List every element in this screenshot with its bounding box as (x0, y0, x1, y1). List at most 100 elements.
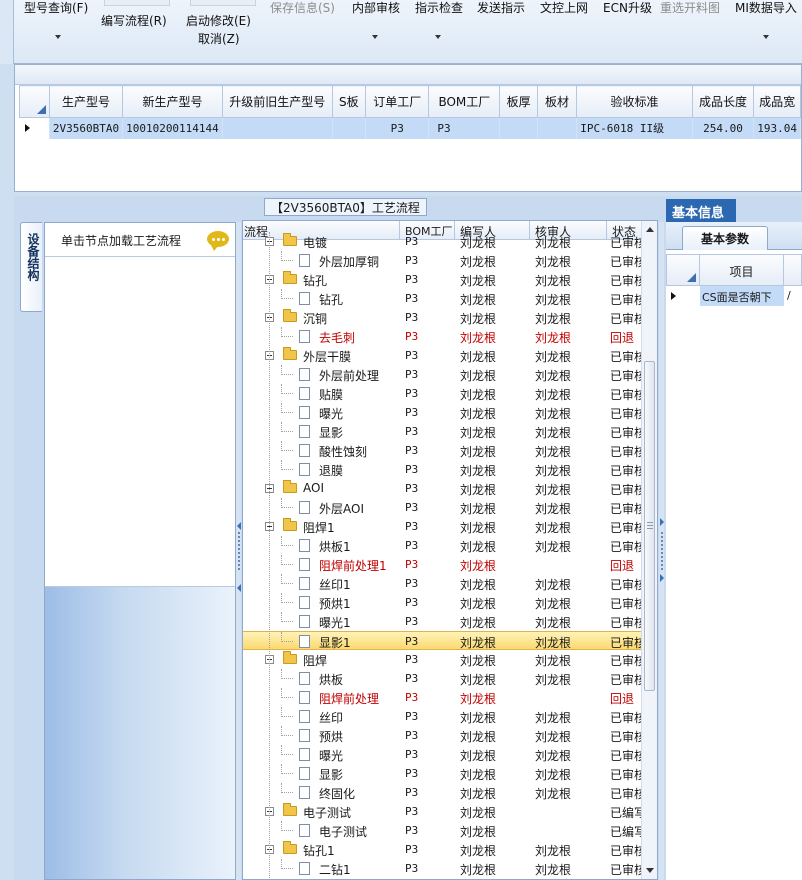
tree-group-row[interactable]: 电镀 P3 刘龙根 刘龙根 已审核 (243, 232, 641, 251)
cell-length[interactable]: 254.00 (692, 117, 755, 139)
tree-item-row[interactable]: 预烘 P3 刘龙根 刘龙根 已审核 (243, 726, 641, 745)
scroll-thumb[interactable] (644, 361, 655, 691)
tab-basic-params[interactable]: 基本参数 (682, 226, 768, 250)
tab-device-structure[interactable]: 设备结构 (20, 222, 42, 312)
tree-item-row[interactable]: 退膜 P3 刘龙根 刘龙根 已审核 (243, 460, 641, 479)
scroll-down-icon[interactable] (646, 868, 654, 873)
tree-item-row[interactable]: 显影 P3 刘龙根 刘龙根 已审核 (243, 422, 641, 441)
tree-cell-bom: P3 (405, 653, 419, 666)
tree-item-row[interactable]: 阻焊前处理 P3 刘龙根 回退 (243, 688, 641, 707)
edit-flow-button[interactable]: 编写流程(R) (101, 12, 167, 29)
tree-item-row[interactable]: 预烘1 P3 刘龙根 刘龙根 已审核 (243, 593, 641, 612)
params-col-item[interactable]: 项目 (700, 254, 784, 286)
params-cell-item[interactable]: CS面是否朝下 (700, 286, 784, 306)
tree-item-row[interactable]: 显影 P3 刘龙根 刘龙根 已审核 (243, 764, 641, 783)
start-modify-button[interactable]: 启动修改(E) (186, 12, 251, 29)
left-splitter[interactable] (236, 222, 241, 880)
tab-basic-info[interactable]: 基本信息 (666, 199, 736, 222)
cell-material[interactable] (537, 117, 578, 139)
tree-cell-bom: P3 (405, 786, 419, 799)
tree-item-row[interactable]: 二钻1 P3 刘龙根 刘龙根 已审核 (243, 859, 641, 878)
tree-group-row[interactable]: 外层干膜 P3 刘龙根 刘龙根 已审核 (243, 346, 641, 365)
doc-control-online-button[interactable]: 文控上网 (540, 0, 588, 16)
tree-item-row[interactable]: 去毛刺 P3 刘龙根 刘龙根 回退 (243, 327, 641, 346)
collapse-right-icon[interactable] (660, 518, 664, 526)
cell-width[interactable]: 193.04 (753, 117, 801, 139)
internal-review-button[interactable]: 内部审核 (352, 0, 400, 16)
instruction-check-button[interactable]: 指示检查 (415, 0, 463, 16)
cancel-button[interactable]: 取消(Z) (198, 30, 240, 47)
save-info-button[interactable]: 保存信息(S) (270, 0, 335, 16)
tree-item-row[interactable]: 电子测试 P3 刘龙根 已编写 (243, 821, 641, 840)
tree-group-row[interactable]: 钻孔1 P3 刘龙根 刘龙根 已审核 (243, 840, 641, 859)
cell-bom-factory[interactable]: P3 (428, 117, 501, 139)
row-indicator[interactable] (19, 117, 50, 139)
tree-cell-name: 酸性蚀刻 (319, 445, 368, 459)
col-header[interactable]: 生产型号 (48, 85, 124, 118)
cell-model[interactable]: 2V3560BTA0 (49, 117, 124, 139)
mi-data-import-button[interactable]: MI数据导入 (735, 0, 797, 16)
params-grid-corner[interactable] (666, 254, 700, 286)
tree-group-row[interactable]: 阻焊 P3 刘龙根 刘龙根 已审核 (243, 650, 641, 669)
tree-group-row[interactable]: 电子测试 P3 刘龙根 已编写 (243, 802, 641, 821)
tree-group-row[interactable]: 钻孔 P3 刘龙根 刘龙根 已审核 (243, 270, 641, 289)
col-header[interactable]: 新生产型号 (122, 85, 224, 118)
grid-corner[interactable] (19, 85, 50, 118)
ecn-upgrade-button[interactable]: ECN升级 (603, 0, 652, 16)
cell-s-board[interactable] (332, 117, 367, 139)
tree-item-row[interactable]: 终固化 P3 刘龙根 刘龙根 已审核 (243, 783, 641, 802)
col-header[interactable]: 板厚 (499, 85, 538, 118)
col-header[interactable]: 升级前旧生产型号 (222, 85, 333, 118)
tree-item-row[interactable]: 烘板 P3 刘龙根 刘龙根 已审核 (243, 669, 641, 688)
cell-thickness[interactable] (499, 117, 538, 139)
send-instruction-button[interactable]: 发送指示 (477, 0, 525, 16)
tree-cell-reviewer: 刘龙根 (535, 255, 572, 269)
table-row[interactable]: 2V3560BTA0 10010200114144 P3 P3 IPC-6018… (19, 117, 801, 139)
instruction-check-dropdown-icon[interactable] (435, 35, 441, 39)
cell-old-model[interactable] (222, 117, 333, 139)
tree-group-row[interactable]: 阻焊1 P3 刘龙根 刘龙根 已审核 (243, 517, 641, 536)
cell-order-factory[interactable]: P3 (365, 117, 430, 139)
col-header[interactable]: 验收标准 (576, 85, 693, 118)
collapse-left-icon[interactable] (237, 522, 241, 530)
model-query-dropdown-icon[interactable] (55, 35, 61, 39)
col-header[interactable]: 成品长度 (691, 85, 755, 118)
collapse-right-icon[interactable] (660, 574, 664, 582)
tree-cell-status: 回退 (610, 331, 635, 345)
tree-group-row[interactable]: 沉铜 P3 刘龙根 刘龙根 已审核 (243, 308, 641, 327)
scroll-up-icon[interactable] (646, 227, 654, 232)
cell-new-model[interactable]: 10010200114144 (122, 117, 224, 139)
params-cell-value[interactable]: / (784, 286, 802, 306)
col-header[interactable]: 板材 (536, 85, 578, 118)
tree-item-row[interactable]: 烘板1 P3 刘龙根 刘龙根 已审核 (243, 536, 641, 555)
right-splitter[interactable] (659, 222, 664, 880)
tree-item-row[interactable]: 曝光 P3 刘龙根 刘龙根 已审核 (243, 403, 641, 422)
tree-item-row[interactable]: 阻焊前处理1 P3 刘龙根 回退 (243, 555, 641, 574)
tree-item-row[interactable]: 丝印 P3 刘龙根 刘龙根 已审核 (243, 707, 641, 726)
tree-item-row[interactable]: 丝印1 P3 刘龙根 刘龙根 已审核 (243, 574, 641, 593)
tree-item-row[interactable]: 钻孔 P3 刘龙根 刘龙根 已审核 (243, 289, 641, 308)
tree-item-row[interactable]: 曝光 P3 刘龙根 刘龙根 已审核 (243, 745, 641, 764)
tree-scrollbar[interactable] (641, 221, 657, 879)
tree-item-row[interactable]: 显影1 P3 刘龙根 刘龙根 已审核 (243, 631, 641, 650)
tree-item-row[interactable]: 酸性蚀刻 P3 刘龙根 刘龙根 已审核 (243, 441, 641, 460)
tree-group-row[interactable]: AOI P3 刘龙根 刘龙根 已审核 (243, 479, 641, 498)
tree-item-row[interactable]: 外层加厚铜 P3 刘龙根 刘龙根 已审核 (243, 251, 641, 270)
params-row-indicator[interactable] (666, 286, 700, 306)
col-header[interactable]: S板 (331, 85, 367, 118)
tree-item-row[interactable]: 曝光1 P3 刘龙根 刘龙根 已审核 (243, 612, 641, 631)
tree-item-row[interactable]: 外层前处理 P3 刘龙根 刘龙根 已审核 (243, 365, 641, 384)
col-header[interactable]: BOM工厂 (428, 85, 501, 118)
mi-data-import-dropdown-icon[interactable] (763, 35, 769, 39)
reselect-cutting-chart-button[interactable]: 重选开料图 (660, 0, 720, 16)
params-col-value[interactable] (784, 254, 802, 286)
tree-item-row[interactable]: 贴膜 P3 刘龙根 刘龙根 已审核 (243, 384, 641, 403)
collapse-left-icon[interactable] (237, 584, 241, 592)
cell-acceptance[interactable]: IPC-6018 II级 (576, 117, 693, 139)
tree-item-row[interactable]: 外层AOI P3 刘龙根 刘龙根 已审核 (243, 498, 641, 517)
col-header[interactable]: 订单工厂 (365, 85, 430, 118)
col-header[interactable]: 成品宽 (753, 85, 801, 118)
internal-review-dropdown-icon[interactable] (372, 35, 378, 39)
chat-bubble-icon[interactable] (207, 231, 229, 251)
model-query-button[interactable]: 型号查询(F) (24, 0, 88, 16)
